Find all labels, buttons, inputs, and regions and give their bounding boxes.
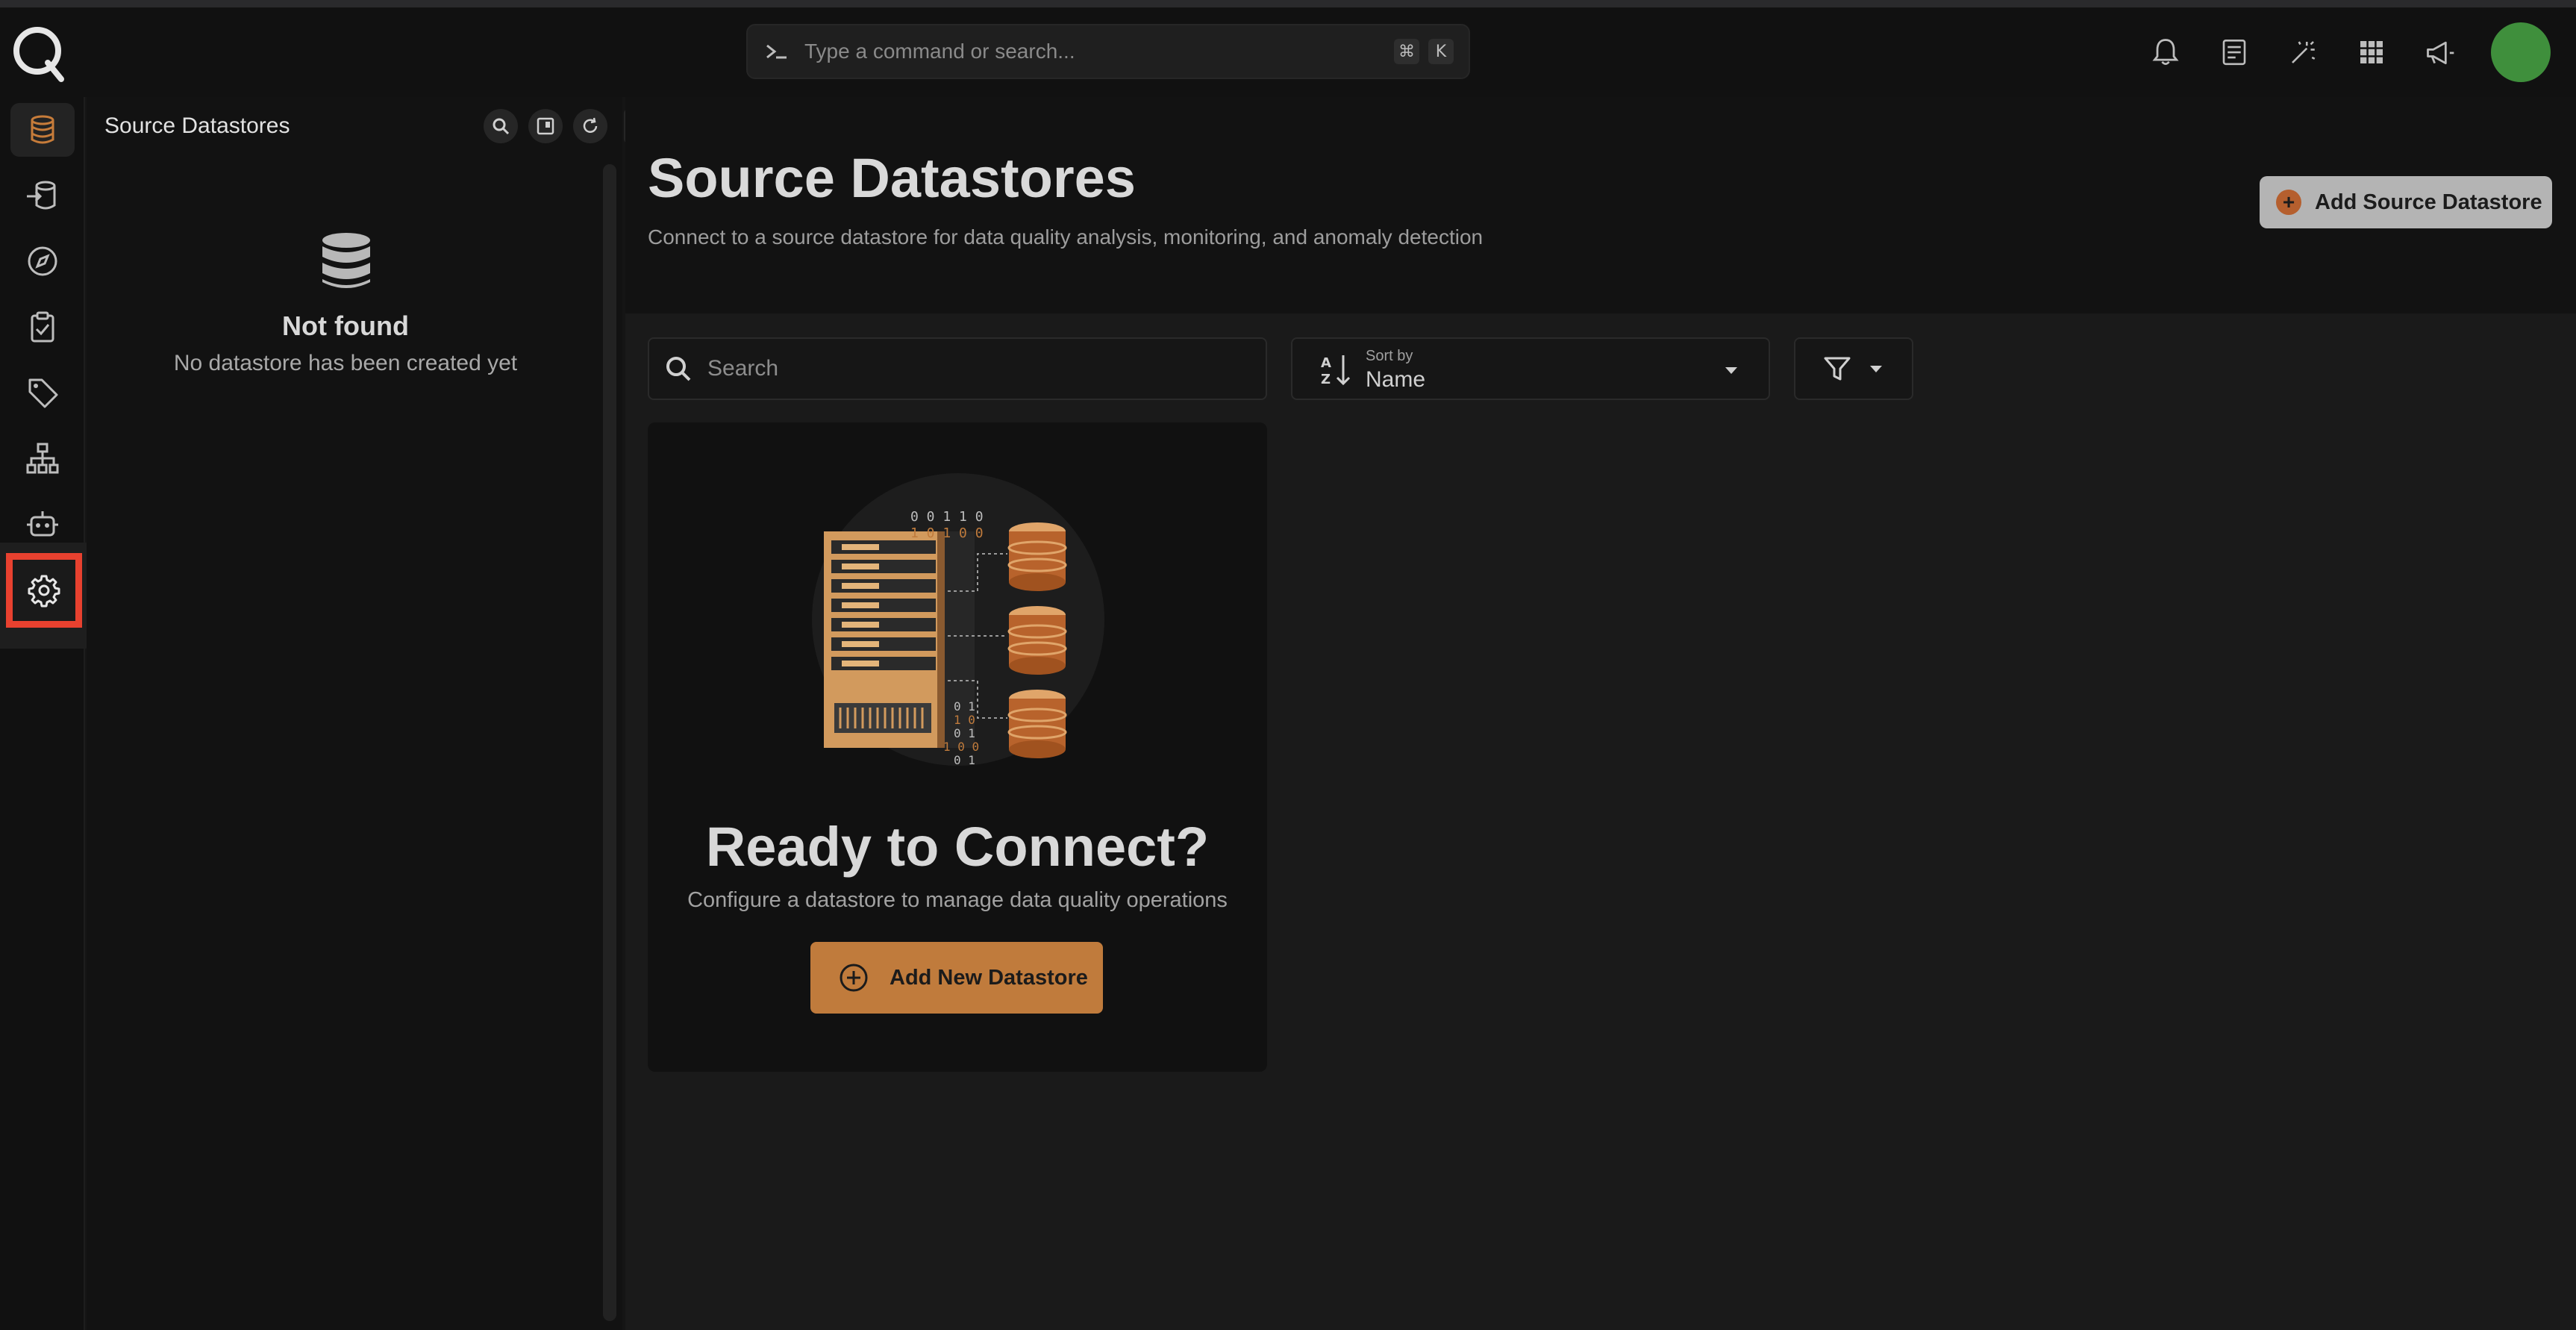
user-avatar[interactable]	[2491, 22, 2551, 82]
terminal-prompt-icon	[766, 44, 787, 59]
app-logo-icon[interactable]	[10, 21, 67, 84]
compass-icon	[28, 246, 57, 276]
clipboard-check-icon	[31, 311, 54, 343]
robot-icon	[27, 511, 58, 537]
sort-by-select[interactable]: A Z Sort by Name	[1291, 337, 1770, 400]
page-header: Source Datastores Connect to a source da…	[625, 97, 2576, 313]
sort-by-label: Sort by	[1366, 348, 1413, 364]
empty-card-subtitle: Configure a datastore to manage data qua…	[687, 888, 1228, 912]
plus-circle-icon	[840, 964, 868, 992]
nav-tags[interactable]	[10, 366, 75, 419]
database-icon	[31, 115, 54, 144]
top-header: Type a command or search... ⌘ K	[0, 7, 2576, 97]
add-new-datastore-label: Add New Datastore	[890, 965, 1088, 990]
binary-top-line-2: 1 0 1 0 0	[910, 525, 984, 541]
search-icon	[666, 357, 691, 381]
svg-text:A: A	[1321, 355, 1331, 371]
nav-checks[interactable]	[10, 300, 75, 354]
empty-card-title: Ready to Connect?	[705, 816, 1210, 878]
search-input[interactable]: Search	[648, 337, 1267, 400]
panel-refresh-button[interactable]	[573, 109, 607, 143]
main-content: Source Datastores Connect to a source da…	[625, 97, 2576, 1330]
megaphone-icon[interactable]	[2422, 34, 2458, 70]
shortcut-cmd-key: ⌘	[1394, 39, 1419, 64]
binary-top-line-1: 0 0 1 1 0	[910, 509, 984, 525]
page-subtitle: Connect to a source datastore for data q…	[648, 225, 1484, 249]
binary-bottom-line-3: 0 1	[954, 726, 975, 740]
nav-enrichment-datastores[interactable]	[10, 169, 75, 222]
svg-text:Z: Z	[1321, 372, 1331, 387]
page-title: Source Datastores	[648, 147, 1136, 209]
apps-grid-icon[interactable]	[2354, 34, 2389, 70]
empty-state-subtitle: No datastore has been created yet	[173, 351, 518, 375]
binary-bottom-line-4: 1 0 0	[943, 740, 979, 754]
tag-icon	[28, 378, 58, 408]
header-actions	[2148, 21, 2551, 84]
nav-hierarchy[interactable]	[10, 431, 75, 485]
app-window: Type a command or search... ⌘ K Source D…	[0, 0, 2576, 1330]
window-top-strip	[0, 0, 2576, 7]
plus-circle-icon: +	[2276, 190, 2301, 215]
shortcut-k-key: K	[1428, 39, 1454, 64]
left-nav-rail	[0, 97, 85, 1330]
caret-down-icon	[1725, 367, 1737, 374]
datastore-side-panel: Source Datastores Not found No datastore…	[87, 97, 622, 1330]
document-icon[interactable]	[2216, 34, 2252, 70]
empty-state-card: 0 0 1 1 0 1 0 1 0 0 0 1 1 0 0 1 1 0 0 0 …	[648, 422, 1267, 1072]
search-placeholder: Search	[707, 356, 779, 381]
side-panel-title: Source Datastores	[104, 113, 290, 138]
side-panel-actions	[484, 109, 607, 143]
command-search-placeholder: Type a command or search...	[804, 40, 1075, 63]
filter-button[interactable]	[1794, 337, 1913, 400]
database-empty-icon	[322, 233, 370, 288]
binary-bottom-line-5: 0 1	[954, 753, 975, 767]
panel-layout-icon	[537, 117, 554, 135]
panel-search-button[interactable]	[484, 109, 518, 143]
add-source-datastore-label: Add Source Datastore	[2315, 190, 2542, 214]
add-source-datastore-button[interactable]: + Add Source Datastore	[2260, 176, 2552, 228]
binary-bottom-line-1: 0 1	[954, 699, 975, 714]
bell-icon[interactable]	[2148, 34, 2183, 70]
binary-bottom-line-2: 1 0	[954, 713, 975, 727]
command-search-bar[interactable]: Type a command or search... ⌘ K	[746, 24, 1470, 79]
sort-by-value: Name	[1366, 367, 1426, 392]
nav-source-datastores[interactable]	[10, 103, 75, 157]
search-icon	[493, 118, 510, 135]
filter-icon	[1824, 357, 1851, 381]
database-import-icon	[27, 181, 56, 210]
gear-icon	[28, 575, 60, 608]
server-database-illustration: 0 0 1 1 0 1 0 1 0 0 0 1 1 0 0 1 1 0 0 0 …	[812, 473, 1104, 767]
nav-explore[interactable]	[10, 234, 75, 288]
side-panel-scrollbar[interactable]	[603, 164, 616, 1321]
panel-layout-button[interactable]	[528, 109, 563, 143]
empty-state-title: Not found	[282, 310, 409, 341]
sitemap-icon	[26, 443, 59, 474]
caret-down-icon	[1870, 366, 1882, 372]
refresh-icon	[583, 117, 598, 133]
sort-alpha-icon: A Z	[1321, 355, 1351, 387]
add-new-datastore-button[interactable]: Add New Datastore	[810, 942, 1103, 1014]
nav-settings-highlighted[interactable]	[6, 553, 82, 628]
magic-wand-icon[interactable]	[2285, 34, 2321, 70]
